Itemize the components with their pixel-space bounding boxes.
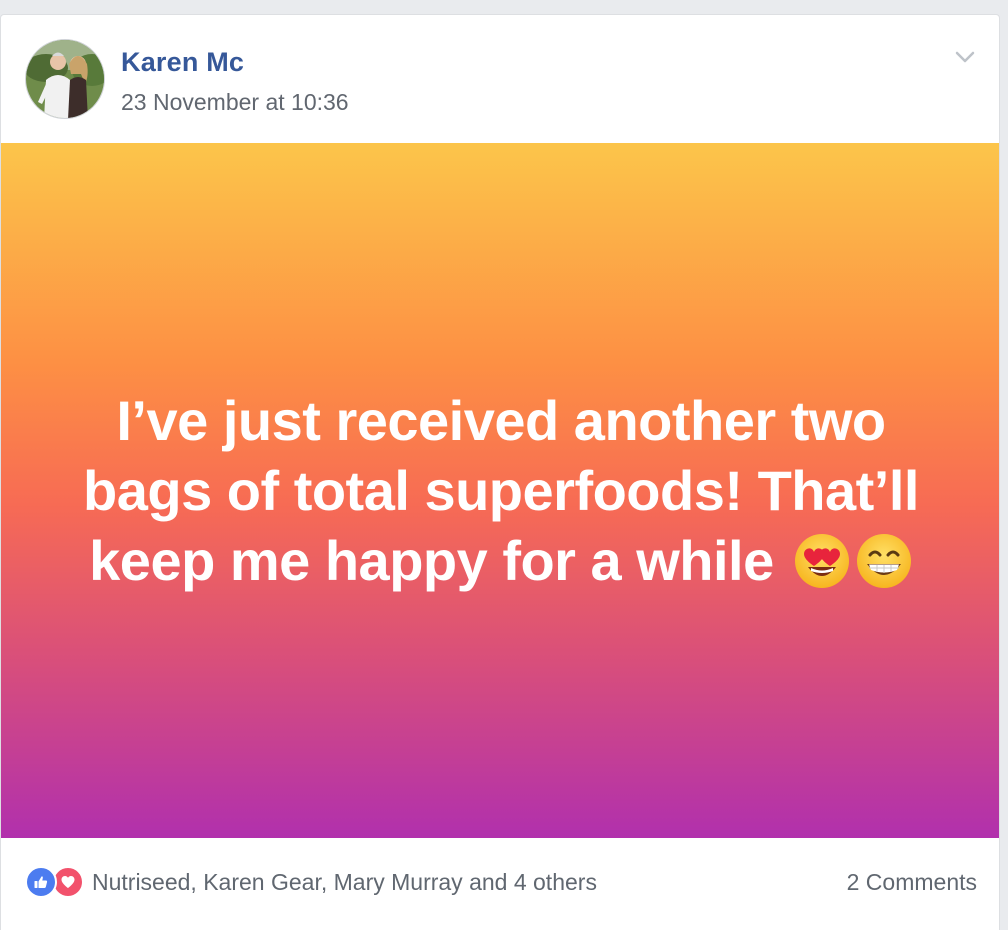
status-text-container: I’ve just received another two bags of t… [71,386,931,596]
grinning-emoji-icon [855,532,913,590]
avatar[interactable] [25,39,105,119]
page: Karen Mc 23 November at 10:36 I’ve just … [0,0,1008,930]
comments-count-link[interactable]: 2 Comments [847,869,977,896]
post-timestamp[interactable]: 23 November at 10:36 [121,89,349,116]
chevron-down-icon[interactable] [953,45,977,69]
like-reaction-icon [25,866,57,898]
reactions-summary[interactable]: Nutriseed, Karen Gear, Mary Murray and 4… [25,866,597,898]
author-name[interactable]: Karen Mc [121,47,244,78]
status-background: I’ve just received another two bags of t… [1,143,999,838]
post-footer: Nutriseed, Karen Gear, Mary Murray and 4… [1,838,999,930]
post-card: Karen Mc 23 November at 10:36 I’ve just … [0,14,1000,930]
post-header: Karen Mc 23 November at 10:36 [1,15,999,144]
heart-eyes-emoji-icon [793,532,851,590]
reactors-text[interactable]: Nutriseed, Karen Gear, Mary Murray and 4… [92,869,597,896]
